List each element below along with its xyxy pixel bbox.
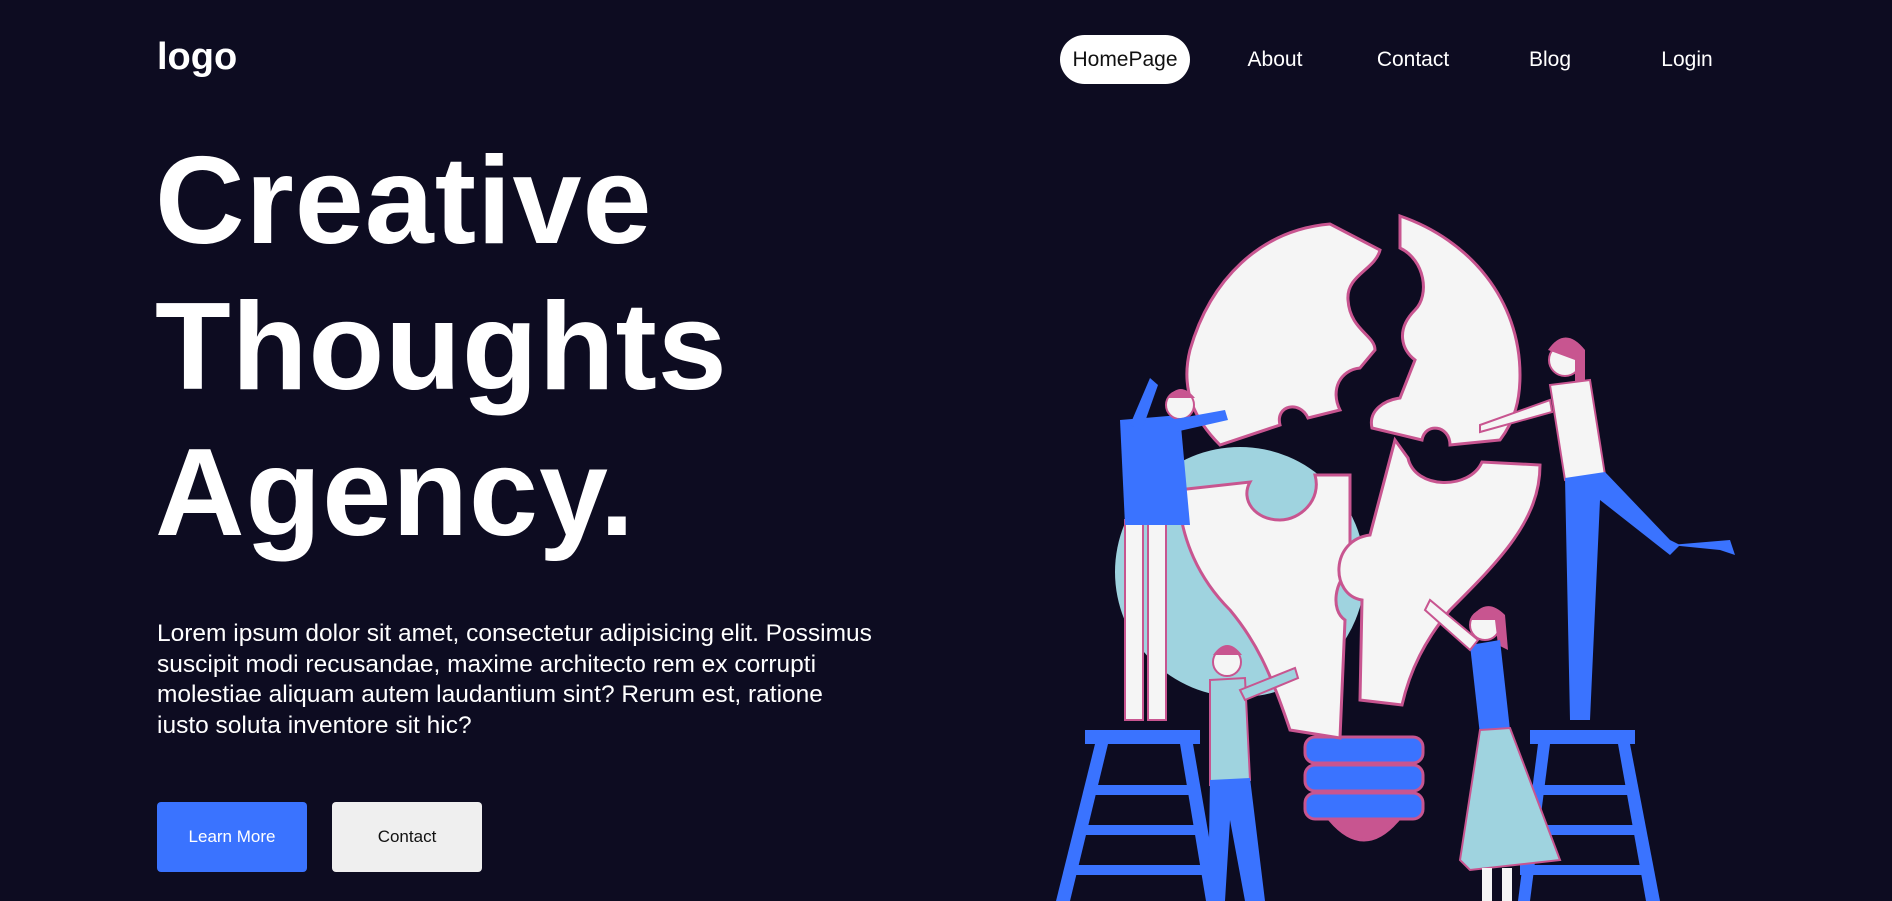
puzzle-piece-top-right: [1369, 213, 1522, 447]
logo[interactable]: logo: [157, 36, 237, 79]
nav-homepage[interactable]: HomePage: [1060, 35, 1190, 84]
contact-button[interactable]: Contact: [332, 802, 482, 872]
hero-title-line-1: Creative: [155, 132, 653, 270]
nav-blog[interactable]: Blog: [1495, 35, 1605, 84]
main-nav: HomePage About Contact Blog Login: [1060, 35, 1722, 84]
nav-login[interactable]: Login: [1632, 35, 1742, 84]
hero-paragraph: Lorem ipsum dolor sit amet, consectetur …: [157, 620, 872, 739]
nav-contact[interactable]: Contact: [1358, 35, 1468, 84]
lightbulb-puzzle-illustration: [1056, 213, 1735, 901]
bulb-base: [1303, 735, 1425, 842]
landing-page: logo HomePage About Contact Blog Login C…: [0, 0, 1892, 901]
learn-more-button[interactable]: Learn More: [157, 802, 307, 872]
hero-title-line-3: Agency.: [155, 424, 636, 562]
ladder-left: [1056, 730, 1220, 901]
puzzle-piece-bottom-right: [1337, 436, 1542, 707]
hero-title-line-2: Thoughts: [155, 278, 728, 416]
nav-about[interactable]: About: [1220, 35, 1330, 84]
hero-title: Creative Thoughts Agency.: [155, 128, 915, 566]
